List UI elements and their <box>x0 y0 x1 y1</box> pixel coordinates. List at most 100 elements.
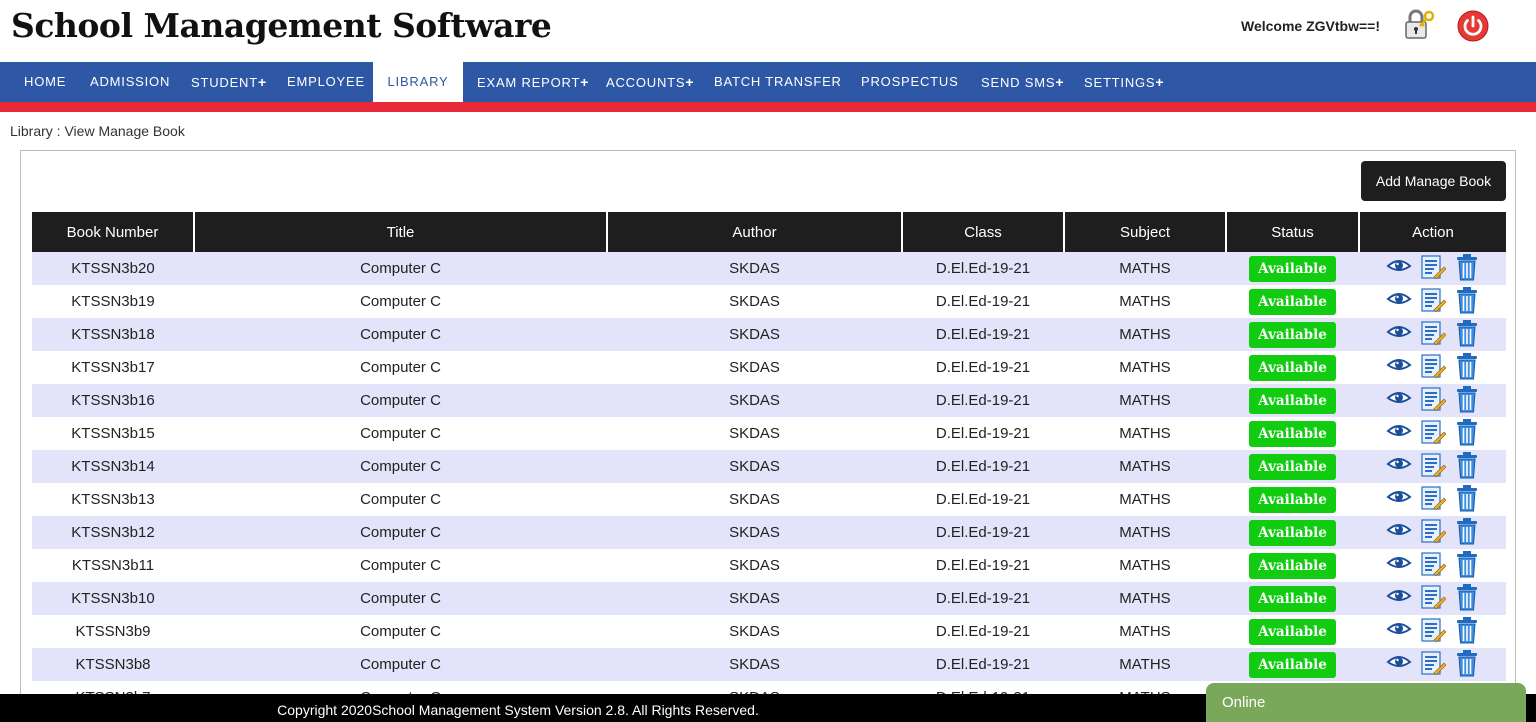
nav-item-admission[interactable]: ADMISSION <box>90 62 170 102</box>
edit-icon[interactable] <box>1420 484 1446 512</box>
class-cell: D.El.Ed-19-21 <box>902 483 1064 516</box>
status-cell: Available <box>1226 384 1359 417</box>
trash-icon[interactable] <box>1454 418 1480 446</box>
column-header-status[interactable]: Status <box>1226 212 1360 252</box>
book-number-cell: KTSSN3b8 <box>32 648 194 681</box>
nav-item-label: SETTINGS <box>1084 75 1156 90</box>
change-password-lock-icon[interactable] <box>1400 8 1436 42</box>
table-row: KTSSN3b13 Computer C SKDAS D.El.Ed-19-21… <box>32 483 1506 516</box>
status-cell: Available <box>1226 648 1359 681</box>
subject-cell: MATHS <box>1064 318 1226 351</box>
plus-icon: + <box>1155 74 1165 90</box>
edit-icon[interactable] <box>1420 583 1446 611</box>
edit-icon[interactable] <box>1420 418 1446 446</box>
nav-item-label: EMPLOYEE <box>287 74 365 89</box>
status-cell: Available <box>1226 285 1359 318</box>
trash-icon[interactable] <box>1454 616 1480 644</box>
trash-icon[interactable] <box>1454 583 1480 611</box>
class-cell: D.El.Ed-19-21 <box>902 582 1064 615</box>
nav-accent-stripe <box>0 102 1536 112</box>
nav-item-label: LIBRARY <box>387 74 449 89</box>
eye-icon[interactable] <box>1385 319 1412 347</box>
title-cell: Computer C <box>194 384 607 417</box>
edit-icon[interactable] <box>1420 616 1446 644</box>
add-manage-book-button[interactable]: Add Manage Book <box>1361 161 1506 201</box>
eye-icon[interactable] <box>1385 550 1412 578</box>
edit-icon[interactable] <box>1420 253 1446 281</box>
column-header-author[interactable]: Author <box>607 212 903 252</box>
power-icon[interactable] <box>1456 9 1490 43</box>
eye-icon[interactable] <box>1385 352 1412 380</box>
class-cell: D.El.Ed-19-21 <box>902 318 1064 351</box>
nav-item-exam-report[interactable]: EXAM REPORT+ <box>477 62 589 102</box>
author-cell: SKDAS <box>607 615 902 648</box>
column-header-book-number[interactable]: Book Number <box>32 212 195 252</box>
edit-icon[interactable] <box>1420 550 1446 578</box>
edit-icon[interactable] <box>1420 517 1446 545</box>
trash-icon[interactable] <box>1454 385 1480 413</box>
edit-icon[interactable] <box>1420 385 1446 413</box>
eye-icon[interactable] <box>1385 286 1412 314</box>
eye-icon[interactable] <box>1385 649 1412 677</box>
nav-item-settings[interactable]: SETTINGS+ <box>1084 62 1164 102</box>
status-badge: Available <box>1249 618 1336 645</box>
edit-icon[interactable] <box>1420 286 1446 314</box>
eye-icon[interactable] <box>1385 385 1412 413</box>
nav-item-home[interactable]: HOME <box>24 62 66 102</box>
title-cell: Computer C <box>194 351 607 384</box>
title-cell: Computer C <box>194 450 607 483</box>
nav-item-library[interactable]: LIBRARY <box>373 62 463 102</box>
trash-icon[interactable] <box>1454 484 1480 512</box>
book-number-cell: KTSSN3b13 <box>32 483 194 516</box>
nav-item-employee[interactable]: EMPLOYEE <box>287 62 365 102</box>
title-cell: Computer C <box>194 483 607 516</box>
status-badge: Available <box>1249 453 1336 480</box>
status-badge: Available <box>1249 288 1336 315</box>
author-cell: SKDAS <box>607 252 902 285</box>
eye-icon[interactable] <box>1385 517 1412 545</box>
edit-icon[interactable] <box>1420 352 1446 380</box>
book-number-cell: KTSSN3b16 <box>32 384 194 417</box>
nav-item-batch-transfer[interactable]: BATCH TRANSFER <box>714 62 842 102</box>
action-cell <box>1359 516 1506 549</box>
trash-icon[interactable] <box>1454 286 1480 314</box>
status-badge: Available <box>1249 321 1336 348</box>
manage-book-panel: Add Manage Book Book Number Title Author… <box>20 150 1516 722</box>
trash-icon[interactable] <box>1454 550 1480 578</box>
author-cell: SKDAS <box>607 483 902 516</box>
eye-icon[interactable] <box>1385 583 1412 611</box>
edit-icon[interactable] <box>1420 319 1446 347</box>
trash-icon[interactable] <box>1454 517 1480 545</box>
eye-icon[interactable] <box>1385 616 1412 644</box>
trash-icon[interactable] <box>1454 319 1480 347</box>
status-badge: Available <box>1249 519 1336 546</box>
eye-icon[interactable] <box>1385 418 1412 446</box>
status-cell: Available <box>1226 252 1359 285</box>
table-row: KTSSN3b12 Computer C SKDAS D.El.Ed-19-21… <box>32 516 1506 549</box>
trash-icon[interactable] <box>1454 352 1480 380</box>
nav-item-accounts[interactable]: ACCOUNTS+ <box>606 62 694 102</box>
trash-icon[interactable] <box>1454 649 1480 677</box>
plus-icon: + <box>685 74 695 90</box>
trash-icon[interactable] <box>1454 253 1480 281</box>
eye-icon[interactable] <box>1385 451 1412 479</box>
column-header-subject[interactable]: Subject <box>1064 212 1227 252</box>
edit-icon[interactable] <box>1420 451 1446 479</box>
eye-icon[interactable] <box>1385 253 1412 281</box>
trash-icon[interactable] <box>1454 451 1480 479</box>
class-cell: D.El.Ed-19-21 <box>902 384 1064 417</box>
status-cell: Available <box>1226 450 1359 483</box>
plus-icon: + <box>258 74 267 90</box>
book-number-cell: KTSSN3b11 <box>32 549 194 582</box>
column-header-class[interactable]: Class <box>902 212 1065 252</box>
nav-item-prospectus[interactable]: PROSPECTUS <box>861 62 959 102</box>
author-cell: SKDAS <box>607 318 902 351</box>
subject-cell: MATHS <box>1064 516 1226 549</box>
nav-item-student[interactable]: STUDENT+ <box>191 62 267 102</box>
action-cell <box>1359 351 1506 384</box>
online-chat-widget[interactable]: Online <box>1206 683 1526 722</box>
eye-icon[interactable] <box>1385 484 1412 512</box>
nav-item-send-sms[interactable]: SEND SMS+ <box>981 62 1064 102</box>
edit-icon[interactable] <box>1420 649 1446 677</box>
column-header-title[interactable]: Title <box>194 212 608 252</box>
